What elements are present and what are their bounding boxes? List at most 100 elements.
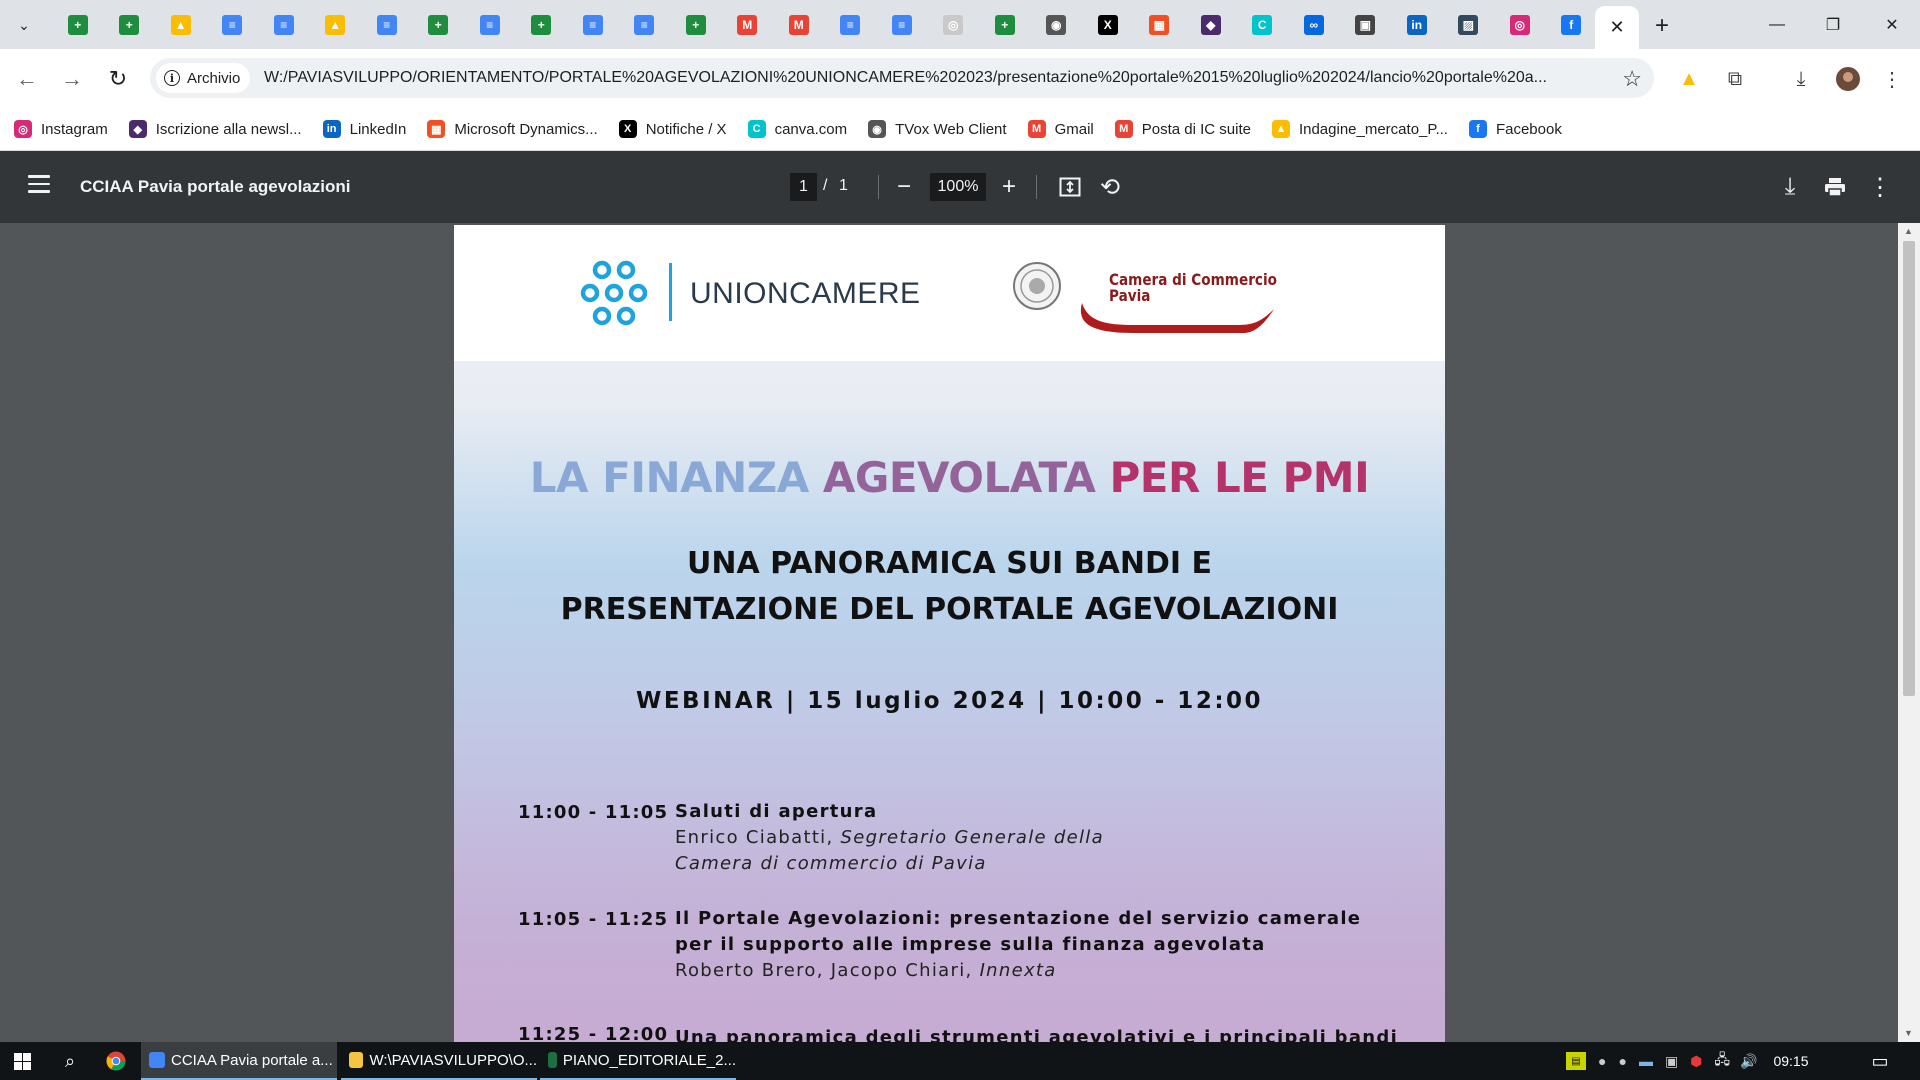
tray-location-icon[interactable]: ● [1618,1053,1626,1069]
tab[interactable]: + [413,0,465,49]
bookmark-item[interactable]: ◆ Iscrizione alla newsl... [128,120,302,138]
agenda-item: Una panoramica degli strumenti agevolati… [675,1025,1415,1042]
site-info-chip[interactable]: i Archivio [156,63,251,93]
google-docs-icon: ≡ [840,14,861,35]
start-button[interactable] [0,1042,44,1080]
google-drive-icon[interactable]: ▲ [1675,65,1703,93]
tab[interactable]: ◆ [1185,0,1237,49]
scrollbar-thumb[interactable] [1903,241,1915,696]
bookmark-item[interactable]: ◎ Instagram [14,120,108,138]
bookmark-item[interactable]: X Notifiche / X [618,120,727,138]
tray-camera-icon[interactable]: ▣ [1665,1053,1678,1070]
bookmark-item[interactable]: ▦ Microsoft Dynamics... [427,120,598,138]
tab[interactable]: X [1082,0,1134,49]
tab[interactable]: ≡ [619,0,671,49]
close-tab-icon[interactable]: ✕ [1609,17,1624,38]
tab[interactable]: f [1546,0,1598,49]
fit-page-button[interactable] [1054,171,1086,203]
close-window-button[interactable]: ✕ [1864,0,1920,49]
tab[interactable]: ◎ [928,0,980,49]
network-icon[interactable]: 🖧 [1714,1049,1730,1073]
vertical-scrollbar[interactable]: ▲ ▼ [1898,223,1920,1042]
scroll-up-icon[interactable]: ▲ [1904,226,1913,236]
scroll-down-icon[interactable]: ▼ [1904,1028,1913,1038]
tab[interactable]: ▲ [155,0,207,49]
tab[interactable]: ◉ [1031,0,1083,49]
page-number-input[interactable]: 1 [790,173,817,201]
sidebar-menu-icon[interactable] [28,175,50,193]
tab[interactable]: M [722,0,774,49]
x-icon: X [1097,14,1118,35]
chrome-pinned[interactable] [94,1042,138,1080]
bookmark-item[interactable]: M Gmail [1027,120,1094,138]
tab[interactable]: ≡ [258,0,310,49]
pdf-viewer[interactable]: UNIONCAMERE Camera di Commercio Pavia LA… [0,223,1920,1042]
tab[interactable]: C [1237,0,1289,49]
tab[interactable]: + [670,0,722,49]
new-tab-button[interactable]: + [1648,12,1676,40]
tab[interactable]: + [104,0,156,49]
agenda-item: Il Portale Agevolazioni: presentazione d… [675,906,1415,984]
tab[interactable]: ≡ [207,0,259,49]
zoom-in-button[interactable]: + [993,171,1025,203]
tab[interactable]: ≡ [876,0,928,49]
tab[interactable]: ≡ [567,0,619,49]
url-text[interactable]: W:/PAVIASVILUPPO/ORIENTAMENTO/PORTALE%20… [264,69,1624,87]
clock[interactable]: 09:15 [1773,1053,1808,1069]
tab-active[interactable]: ✕ [1595,6,1639,49]
restore-button[interactable]: ❐ [1805,0,1861,49]
page-total: 1 [839,177,848,194]
tab[interactable]: + [979,0,1031,49]
tab-search-button[interactable]: ⌄ [8,10,40,40]
bookmark-item[interactable]: in LinkedIn [322,120,406,138]
taskbar-app-button[interactable]: CCIAA Pavia portale a... [141,1042,337,1080]
tab[interactable]: ≡ [825,0,877,49]
taskbar-app-button[interactable]: PIANO_EDITORIALE_2... [540,1042,736,1080]
bookmark-item[interactable]: Ccanva.com [747,120,847,138]
tab[interactable]: ◎ [1494,0,1546,49]
search-button[interactable]: ⌕ [48,1042,92,1080]
download-pdf-button[interactable]: ⤓ [1774,171,1806,203]
tab[interactable]: ▦ [1134,0,1186,49]
minimize-button[interactable]: — [1749,0,1805,49]
taskbar-app-button[interactable]: W:\PAVIASVILUPPO\O... [341,1042,537,1080]
back-button[interactable]: ← [11,63,43,95]
volume-icon[interactable]: 🔊 [1740,1053,1757,1070]
tab[interactable]: ≡ [464,0,516,49]
tab[interactable]: ∞ [1288,0,1340,49]
tray-antivirus-icon[interactable]: ⬢ [1690,1053,1702,1070]
tray-location-icon[interactable]: ● [1598,1053,1606,1069]
forward-button[interactable]: → [56,63,88,95]
tab[interactable]: ▲ [310,0,362,49]
agenda-time: 11:05 - 11:25 [518,909,669,930]
tab[interactable]: in [1391,0,1443,49]
zoom-out-button[interactable]: − [888,171,920,203]
tab[interactable]: + [516,0,568,49]
tab[interactable]: ▣ [1340,0,1392,49]
tab[interactable]: M [773,0,825,49]
tray-app-icon[interactable]: ▤ [1566,1052,1586,1070]
bookmark-star-icon[interactable]: ☆ [1622,66,1642,92]
more-options-button[interactable]: ⋮ [1864,171,1896,203]
bookmark-item[interactable]: f Facebook [1468,120,1562,138]
google-docs-icon: ≡ [891,14,912,35]
bookmark-item[interactable]: ◉ TVox Web Client [868,120,1007,138]
document-title: LA FINANZA AGEVOLATA PER LE PMI [454,453,1445,502]
download-icon[interactable]: ⤓ [1787,65,1815,93]
title-part-2: AGEVOLATA [822,453,1110,502]
bookmark-item[interactable]: ▲ Indagine_mercato_P... [1271,120,1448,138]
tab[interactable]: ▨ [1443,0,1495,49]
address-bar[interactable]: i Archivio W:/PAVIASVILUPPO/ORIENTAMENTO… [150,58,1654,98]
bookmark-item[interactable]: M Posta di IC suite [1114,120,1251,138]
zoom-input[interactable]: 100% [930,173,986,201]
menu-kebab-icon[interactable]: ⋮ [1878,65,1906,93]
print-button[interactable] [1819,171,1851,203]
reload-button[interactable]: ↻ [102,63,134,95]
tab[interactable]: ≡ [361,0,413,49]
avatar[interactable] [1834,65,1862,93]
rotate-button[interactable]: ⟲ [1094,171,1126,203]
tray-display-icon[interactable]: ▬ [1639,1053,1653,1069]
tab[interactable]: + [52,0,104,49]
notifications-button[interactable]: ▭ [1860,1042,1900,1080]
extensions-icon[interactable]: ⧉ [1721,65,1749,93]
